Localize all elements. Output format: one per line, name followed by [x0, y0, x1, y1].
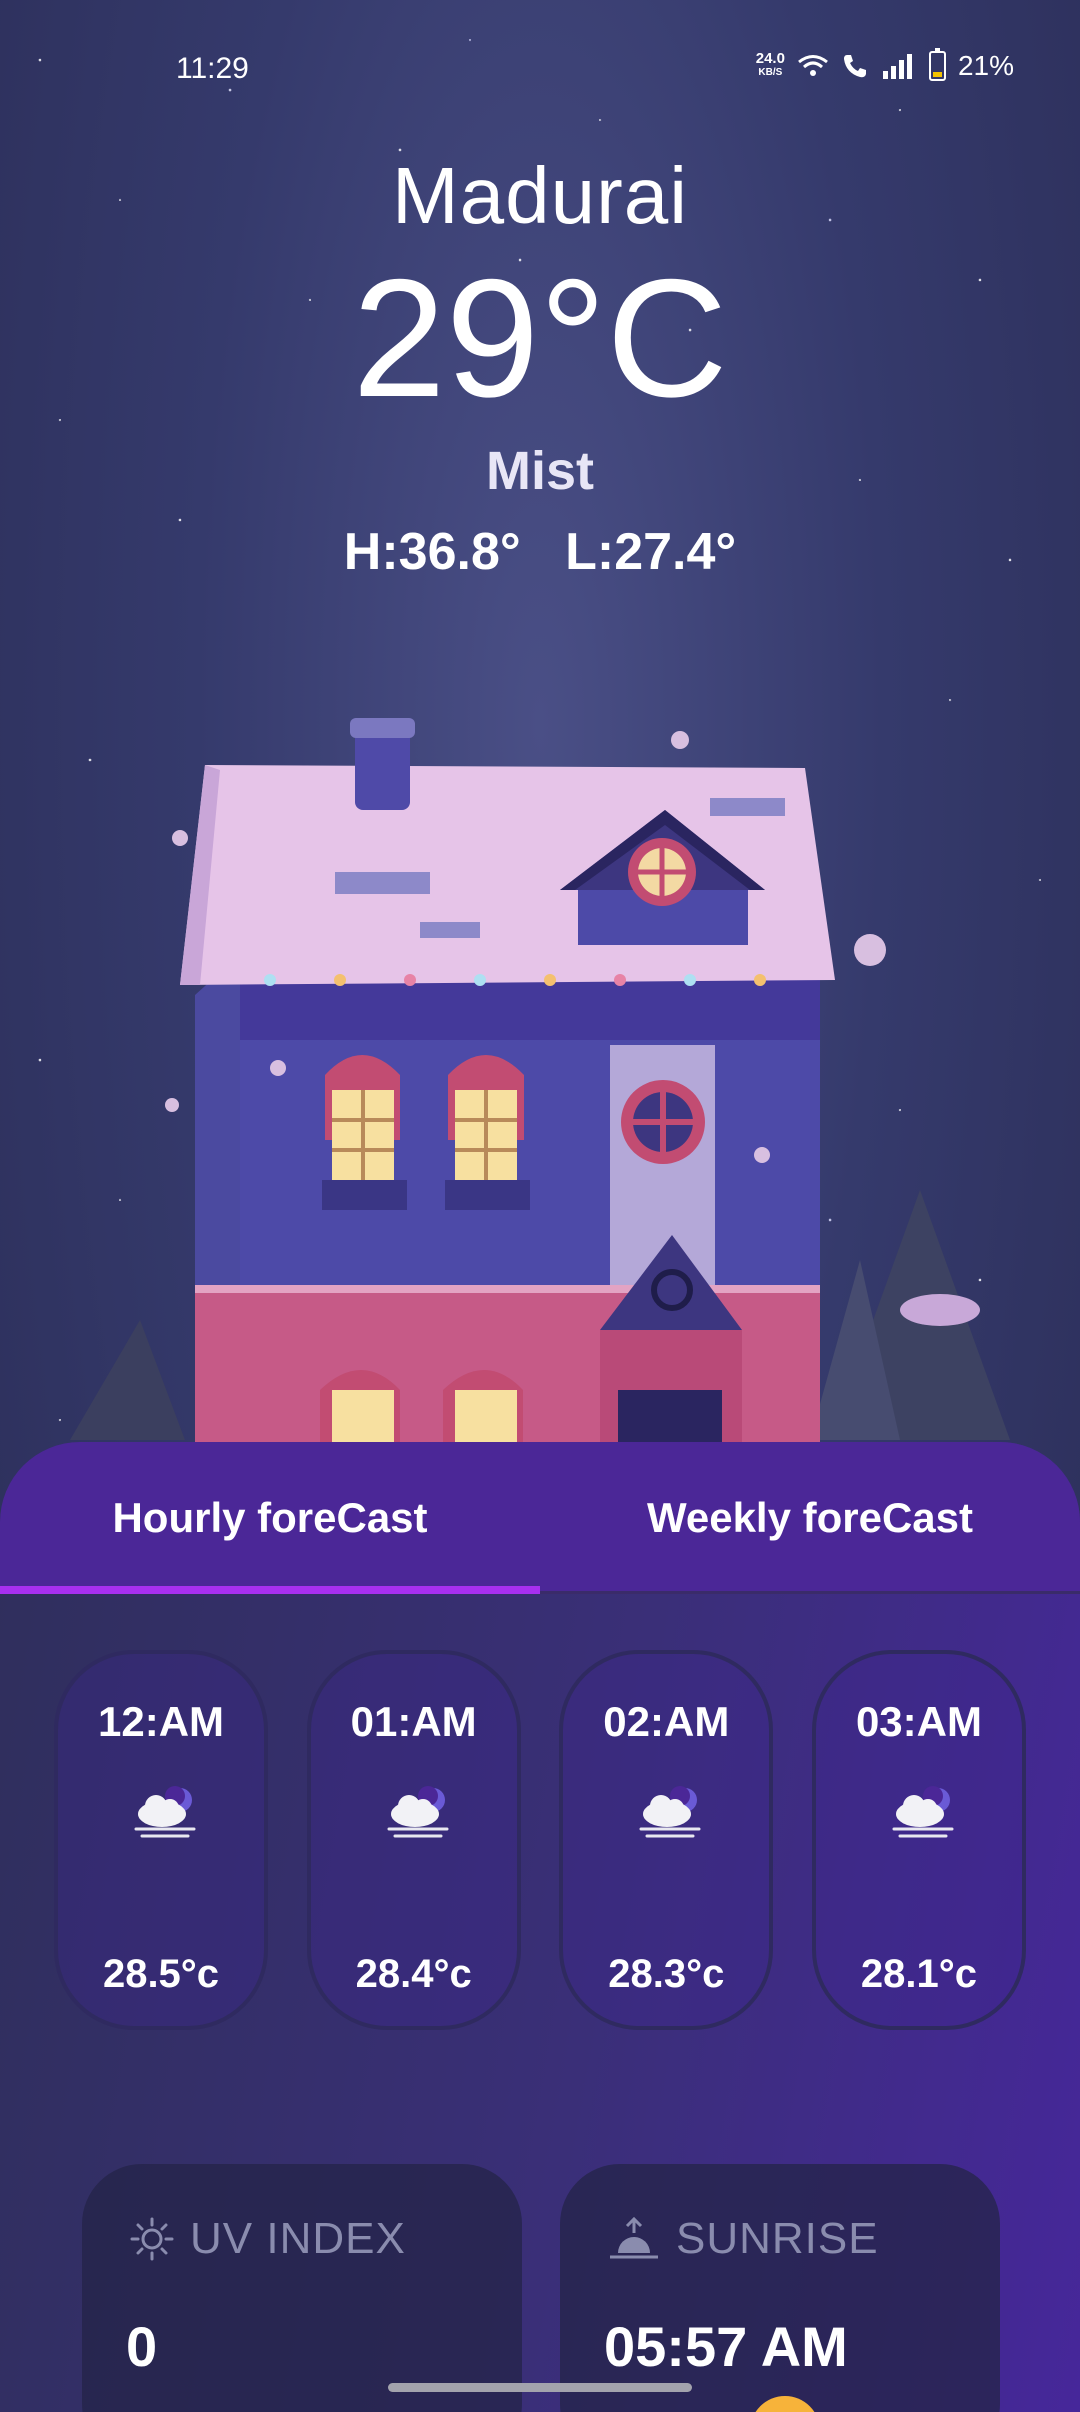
forecast-tabs: Hourly foreCast Weekly foreCast [0, 1442, 1080, 1594]
house-illustration [70, 718, 1010, 1445]
night-cloud-mist-icon [134, 1786, 196, 1838]
uv-index-value: 0 [126, 2315, 158, 2378]
wifi-icon [798, 55, 828, 76]
weather-screen: 11:29 24.0 KB/S 21% Madurai 29°C Mist H:… [0, 0, 1080, 2412]
hourly-temperature: 28.5°c [102, 1952, 220, 1996]
status-bar: 11:29 24.0 KB/S 21% [0, 0, 1080, 100]
hourly-forecast-list: 12:AM 28.5°c 01:AM 28.4°c 02:AM 28.3°c 0… [54, 1650, 1026, 2030]
current-weather: Madurai 29°C Mist H:36.8° L:27.4° [0, 150, 1080, 582]
hourly-time: 02:AM [603, 1698, 730, 1745]
tab-weekly-forecast[interactable]: Weekly foreCast [540, 1442, 1080, 1594]
uv-index-card[interactable]: UV INDEX 0 [82, 2164, 522, 2412]
home-indicator[interactable] [388, 2383, 692, 2392]
sunrise-card[interactable]: SUNRISE 05:57 AM [560, 2164, 1000, 2412]
hourly-time: 12:AM [97, 1698, 225, 1745]
status-icons: 24.0 KB/S 21% [755, 48, 1014, 82]
night-cloud-mist-icon [639, 1786, 701, 1838]
battery-percent: 21% [957, 50, 1014, 81]
active-tab-indicator [0, 1586, 540, 1594]
sun-graphic [750, 2396, 820, 2412]
hourly-temperature: 28.3°c [608, 1952, 725, 1996]
hourly-card[interactable]: 12:AM 28.5°c [54, 1650, 268, 2030]
sunrise-label: SUNRISE [606, 2214, 879, 2264]
tab-divider [540, 1591, 1080, 1594]
weather-condition: Mist [486, 441, 594, 502]
hourly-temperature: 28.1°c [860, 1952, 978, 1996]
night-cloud-mist-icon [387, 1786, 449, 1838]
tab-hourly-forecast[interactable]: Hourly foreCast [0, 1442, 540, 1594]
hourly-card[interactable]: 01:AM 28.4°c [306, 1650, 521, 2030]
uv-index-label: UV INDEX [128, 2214, 406, 2264]
city-name: Madurai [391, 151, 689, 240]
signal-icon [882, 54, 912, 79]
hourly-temperature: 28.4°c [355, 1952, 472, 1996]
hourly-time: 03:AM [855, 1698, 982, 1745]
sunrise-time: 05:57 AM [604, 2315, 848, 2378]
sunrise-icon [610, 2216, 658, 2259]
battery-icon [928, 48, 946, 81]
high-low-temperature: H:36.8° L:27.4° [343, 523, 737, 582]
weather-details: UV INDEX 0 SUNRISE 05:57 AM [82, 2164, 1000, 2412]
forecast-panel: Hourly foreCast Weekly foreCast 12:AM 28… [0, 1442, 1080, 2412]
night-cloud-mist-icon [892, 1786, 954, 1838]
hourly-time: 01:AM [350, 1698, 477, 1745]
sun-icon [130, 2217, 174, 2261]
hourly-card[interactable]: 03:AM 28.1°c [811, 1650, 1026, 2030]
network-speed: 24.0 KB/S [755, 50, 785, 78]
call-icon [843, 55, 866, 78]
status-time: 11:29 [176, 52, 249, 85]
current-temperature: 29°C [352, 244, 728, 432]
hourly-card[interactable]: 02:AM 28.3°c [559, 1650, 774, 2030]
